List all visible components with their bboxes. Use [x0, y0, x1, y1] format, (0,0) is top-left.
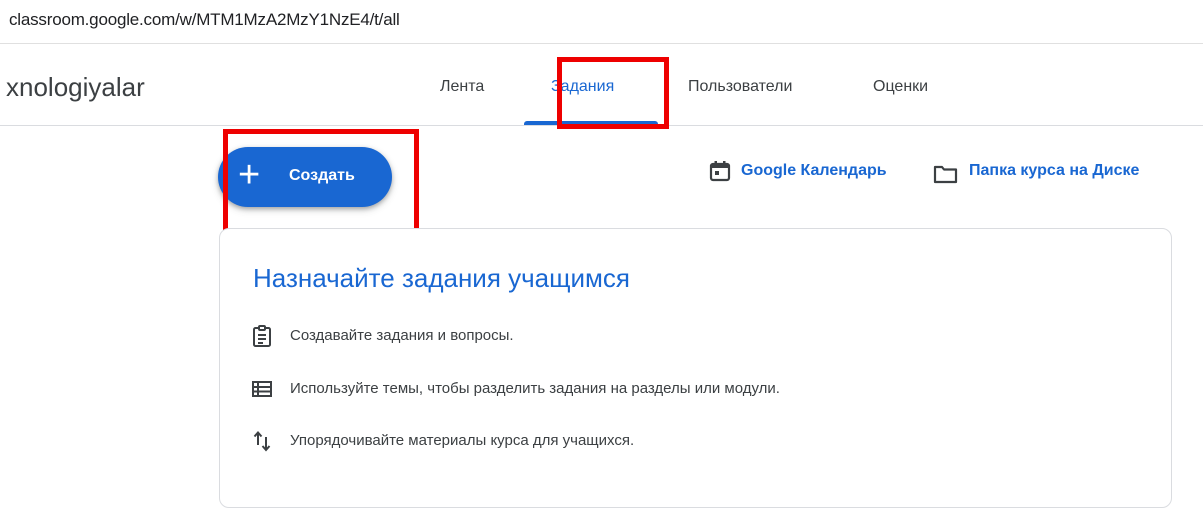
- tab-people[interactable]: Пользователи: [688, 78, 792, 96]
- reorder-arrows-icon: [250, 429, 274, 453]
- list-item-text: Упорядочивайте материалы курса для учащи…: [290, 432, 635, 449]
- assignment-icon: [250, 324, 274, 348]
- list-item-text: Используйте темы, чтобы разделить задани…: [290, 380, 780, 397]
- calendar-icon: [709, 160, 731, 187]
- tab-grades[interactable]: Оценки: [873, 78, 928, 96]
- highlight-box-create: [223, 129, 419, 237]
- course-title: xnologiyalar: [6, 72, 145, 102]
- browser-url-bar[interactable]: classroom.google.com/w/MTM1MzA2MzY1NzE4/…: [0, 0, 1203, 44]
- google-calendar-link[interactable]: Google Календарь: [741, 162, 887, 180]
- folder-icon: [933, 164, 958, 189]
- drive-folder-link[interactable]: Папка курса на Диске: [969, 162, 1139, 180]
- tab-stream[interactable]: Лента: [440, 78, 484, 96]
- highlight-box-tab: [557, 57, 669, 129]
- list-item-text: Создавайте задания и вопросы.: [290, 327, 514, 344]
- card-title: Назначайте задания учащимся: [253, 263, 631, 293]
- classwork-empty-state-card: Назначайте задания учащимся Создавайте з…: [219, 228, 1172, 508]
- url-text[interactable]: classroom.google.com/w/MTM1MzA2MzY1NzE4/…: [9, 10, 400, 30]
- topic-list-icon: [250, 377, 274, 401]
